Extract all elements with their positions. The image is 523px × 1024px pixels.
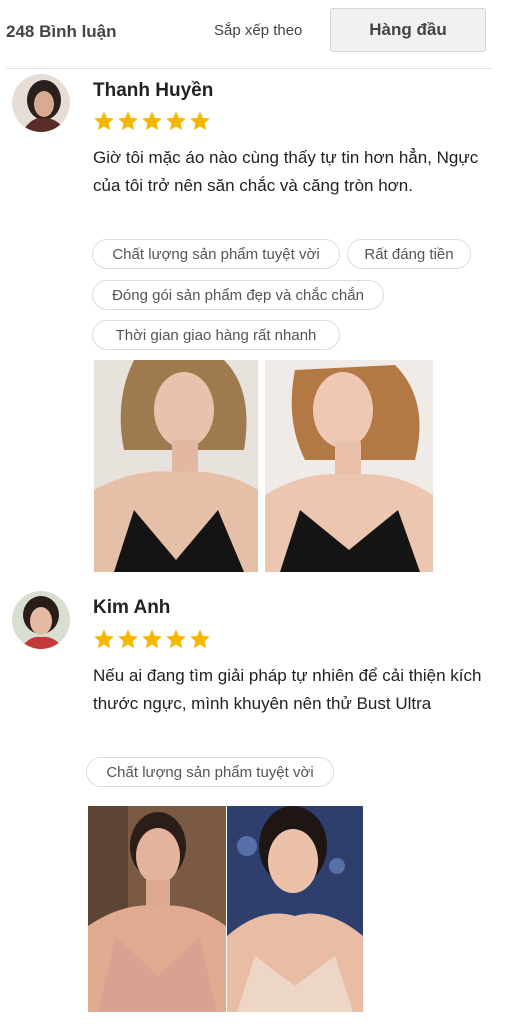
reviewer-name: Thanh Huyền (93, 80, 214, 101)
review-photo[interactable] (94, 360, 258, 572)
star-icon (166, 111, 186, 131)
review-photo[interactable] (88, 806, 226, 1012)
review-tag[interactable]: Chất lượng sản phẩm tuyệt vời (86, 757, 334, 787)
avatar (12, 591, 70, 649)
reviewer-name: Kim Anh (93, 597, 171, 618)
star-icon (190, 629, 210, 649)
review-text: Nếu ai đang tìm giải pháp tự nhiên để cả… (93, 666, 482, 713)
star-icon (94, 111, 114, 131)
rating-stars (93, 110, 211, 132)
divider (6, 68, 492, 69)
star-icon (118, 111, 138, 131)
review-count: 248 Bình luận (6, 22, 117, 41)
review-text: Giờ tôi mặc áo nào cùng thấy tự tin hơn … (93, 148, 479, 195)
star-icon (190, 111, 210, 131)
star-icon (166, 629, 186, 649)
review-tag[interactable]: Rất đáng tiền (347, 239, 471, 269)
star-icon (142, 111, 162, 131)
star-icon (142, 629, 162, 649)
review-tag[interactable]: Thời gian giao hàng rất nhanh (92, 320, 340, 350)
avatar (12, 74, 70, 132)
review-photo[interactable] (265, 360, 433, 572)
review-tag[interactable]: Chất lượng sản phẩm tuyệt vời (92, 239, 340, 269)
sort-select[interactable]: Hàng đầu (330, 8, 486, 52)
star-icon (94, 629, 114, 649)
review-tag[interactable]: Đóng gói sản phẩm đẹp và chắc chắn (92, 280, 384, 310)
review-photo[interactable] (227, 806, 363, 1012)
reviews-header: 248 Bình luận Sắp xếp theo Hàng đầu (0, 0, 523, 70)
sort-label: Sắp xếp theo (214, 22, 303, 39)
rating-stars (93, 628, 211, 650)
star-icon (118, 629, 138, 649)
